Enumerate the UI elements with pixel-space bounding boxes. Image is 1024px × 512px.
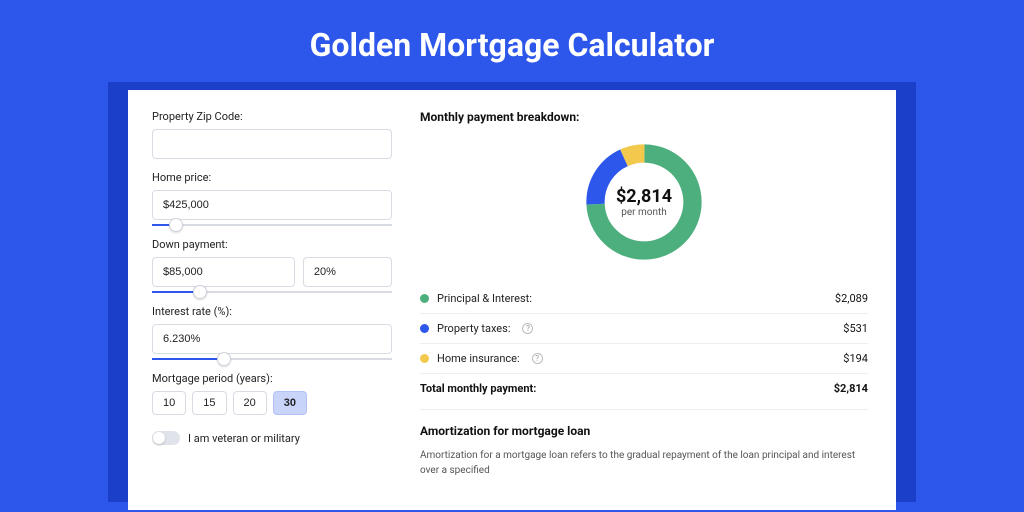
slider-thumb[interactable]	[217, 352, 231, 366]
down-payment-label: Down payment:	[152, 238, 392, 251]
slider-thumb[interactable]	[193, 285, 207, 299]
legend-row-taxes: Property taxes: ? $531	[420, 314, 868, 343]
legend-value: $531	[843, 322, 868, 335]
down-payment-percent-input[interactable]	[303, 257, 392, 287]
period-field-group: Mortgage period (years): 10 15 20 30	[152, 372, 392, 415]
home-price-label: Home price:	[152, 171, 392, 184]
inputs-column: Property Zip Code: Home price: Down paym…	[152, 110, 392, 490]
zip-field-group: Property Zip Code:	[152, 110, 392, 159]
amortization-text: Amortization for a mortgage loan refers …	[420, 448, 868, 478]
breakdown-column: Monthly payment breakdown: $2,814 per mo…	[420, 110, 872, 490]
total-label: Total monthly payment:	[420, 382, 536, 395]
legend-value: $194	[843, 352, 868, 365]
dot-icon	[420, 354, 429, 363]
legend-row-insurance: Home insurance: ? $194	[420, 344, 868, 373]
legend-label: Principal & Interest:	[437, 292, 532, 305]
dot-icon	[420, 294, 429, 303]
veteran-toggle[interactable]	[152, 431, 180, 445]
donut-center-amount: $2,814	[616, 186, 672, 207]
period-option-10[interactable]: 10	[152, 391, 186, 415]
amortization-section: Amortization for mortgage loan Amortizat…	[420, 409, 868, 478]
donut-wrap: $2,814 per month	[420, 138, 868, 266]
period-option-15[interactable]: 15	[192, 391, 226, 415]
total-value: $2,814	[834, 382, 868, 395]
legend-label: Property taxes:	[437, 322, 510, 335]
payment-donut-chart: $2,814 per month	[580, 138, 708, 266]
interest-rate-input[interactable]	[152, 324, 392, 354]
legend-label: Home insurance:	[437, 352, 520, 365]
legend-value: $2,089	[835, 292, 868, 305]
info-icon[interactable]: ?	[532, 353, 543, 364]
home-price-slider[interactable]	[152, 224, 392, 226]
veteran-label: I am veteran or military	[188, 432, 300, 445]
amortization-title: Amortization for mortgage loan	[420, 424, 868, 438]
legend-row-principal: Principal & Interest: $2,089	[420, 284, 868, 313]
period-option-20[interactable]: 20	[233, 391, 267, 415]
down-payment-field-group: Down payment:	[152, 238, 392, 293]
down-payment-slider[interactable]	[152, 291, 392, 293]
info-icon[interactable]: ?	[522, 323, 533, 334]
period-label: Mortgage period (years):	[152, 372, 392, 385]
interest-rate-field-group: Interest rate (%):	[152, 305, 392, 360]
zip-label: Property Zip Code:	[152, 110, 392, 123]
interest-rate-label: Interest rate (%):	[152, 305, 392, 318]
page-title: Golden Mortgage Calculator	[0, 0, 1024, 82]
total-row: Total monthly payment: $2,814	[420, 374, 868, 403]
calculator-panel: Property Zip Code: Home price: Down paym…	[128, 90, 896, 510]
breakdown-heading: Monthly payment breakdown:	[420, 110, 868, 124]
period-buttons: 10 15 20 30	[152, 391, 392, 415]
veteran-toggle-row: I am veteran or military	[152, 431, 392, 445]
dot-icon	[420, 324, 429, 333]
slider-thumb[interactable]	[169, 218, 183, 232]
interest-rate-slider[interactable]	[152, 358, 392, 360]
home-price-field-group: Home price:	[152, 171, 392, 226]
zip-input[interactable]	[152, 129, 392, 159]
down-payment-amount-input[interactable]	[152, 257, 295, 287]
period-option-30[interactable]: 30	[273, 391, 307, 415]
home-price-input[interactable]	[152, 190, 392, 220]
donut-center-sub: per month	[621, 207, 667, 218]
panel-shadow: Property Zip Code: Home price: Down paym…	[108, 82, 916, 502]
